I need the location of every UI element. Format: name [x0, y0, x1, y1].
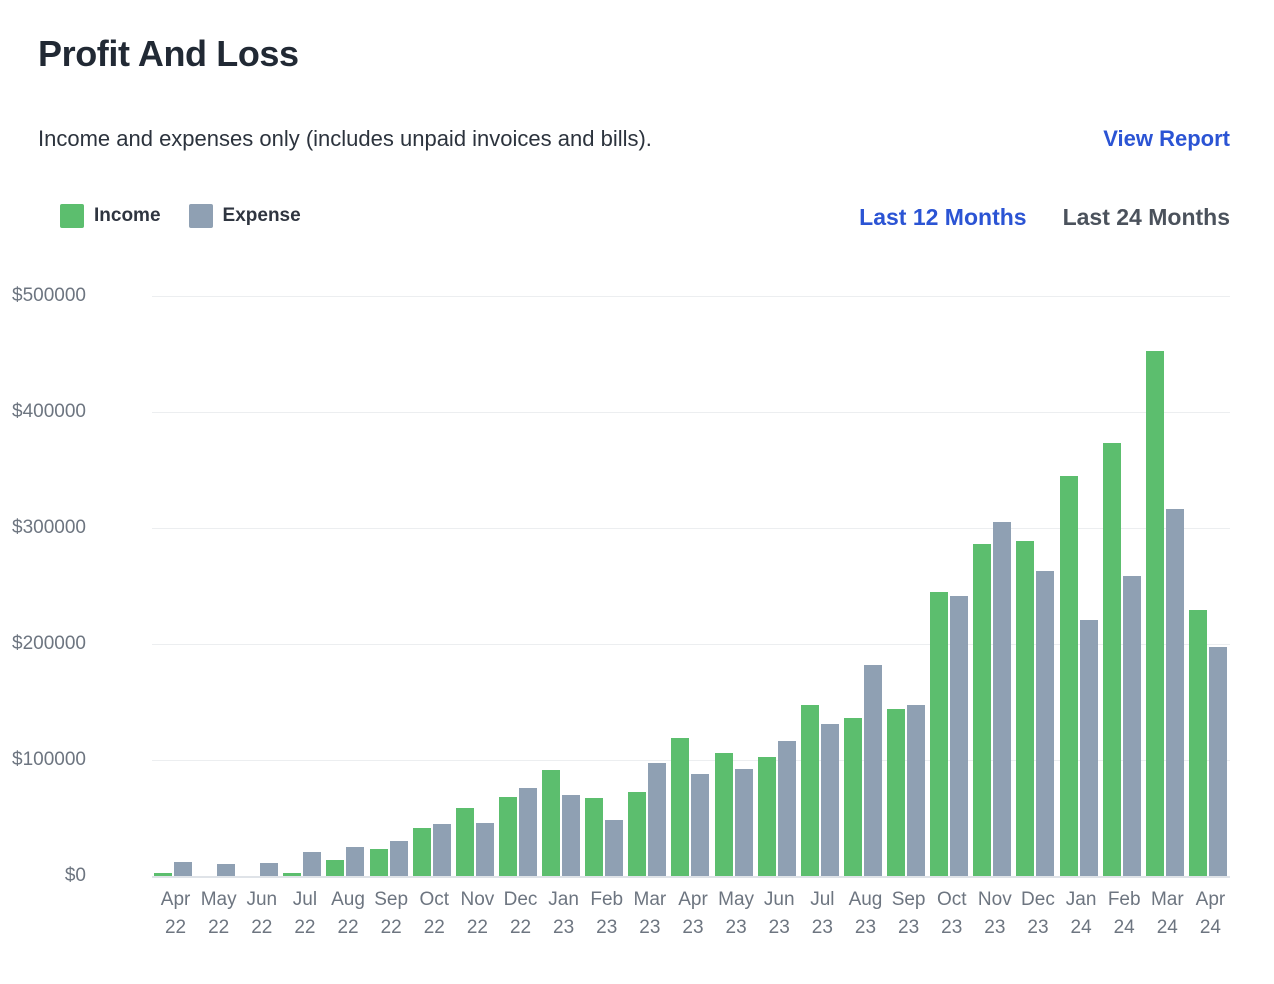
bar-income[interactable]	[1102, 443, 1121, 876]
bar-group[interactable]	[238, 296, 281, 876]
bar-income[interactable]	[714, 753, 733, 876]
bar-expense[interactable]	[346, 847, 365, 876]
bar-group[interactable]	[454, 296, 497, 876]
bar-group[interactable]	[928, 296, 971, 876]
x-axis-label: Apr 24	[1180, 886, 1240, 942]
bar-expense[interactable]	[389, 841, 408, 876]
bars-layer	[152, 296, 1230, 876]
bar-group[interactable]	[885, 296, 928, 876]
bar-expense[interactable]	[691, 773, 710, 876]
bar-group[interactable]	[324, 296, 367, 876]
bar-income[interactable]	[498, 797, 517, 876]
bar-income[interactable]	[930, 591, 949, 876]
bar-expense[interactable]	[1122, 575, 1141, 876]
bar-expense[interactable]	[303, 851, 322, 876]
bar-group[interactable]	[799, 296, 842, 876]
bar-expense[interactable]	[777, 741, 796, 876]
bar-group[interactable]	[1058, 296, 1101, 876]
profit-and-loss-card: Profit And Loss Income and expenses only…	[0, 0, 1274, 984]
bar-income[interactable]	[1016, 540, 1035, 876]
bar-income[interactable]	[628, 792, 647, 876]
bar-expense[interactable]	[1208, 647, 1227, 876]
x-axis-label-year: 24	[1199, 917, 1221, 938]
bar-income[interactable]	[412, 828, 431, 876]
bar-expense[interactable]	[993, 522, 1012, 876]
bar-expense[interactable]	[432, 823, 451, 876]
bar-group[interactable]	[626, 296, 669, 876]
y-axis-tick-0: $0	[64, 865, 86, 886]
bar-group[interactable]	[842, 296, 885, 876]
bar-expense[interactable]	[1036, 570, 1055, 876]
bar-income[interactable]	[887, 708, 906, 876]
bar-group[interactable]	[583, 296, 626, 876]
gridline-0	[152, 876, 1230, 878]
bar-income[interactable]	[154, 872, 172, 876]
bar-expense[interactable]	[950, 596, 969, 876]
bar-expense[interactable]	[820, 724, 839, 876]
y-axis-tick-400000: $400000	[12, 401, 86, 422]
bar-income[interactable]	[326, 859, 345, 876]
bar-income[interactable]	[455, 807, 474, 876]
bar-group[interactable]	[756, 296, 799, 876]
bar-income[interactable]	[973, 544, 992, 876]
bar-group[interactable]	[281, 296, 324, 876]
bar-group[interactable]	[152, 296, 195, 876]
bar-income[interactable]	[757, 756, 776, 876]
bar-expense[interactable]	[863, 664, 882, 876]
bar-income[interactable]	[1188, 610, 1207, 876]
bar-group[interactable]	[411, 296, 454, 876]
bar-income[interactable]	[843, 718, 862, 876]
bar-expense[interactable]	[174, 862, 192, 876]
bar-group[interactable]	[669, 296, 712, 876]
bar-group[interactable]	[713, 296, 756, 876]
bar-group[interactable]	[1101, 296, 1144, 876]
y-axis-tick-300000: $300000	[12, 517, 86, 538]
bar-expense[interactable]	[217, 864, 236, 876]
bar-income[interactable]	[585, 798, 604, 876]
bar-expense[interactable]	[260, 863, 279, 876]
bar-group[interactable]	[1187, 296, 1230, 876]
bar-group[interactable]	[540, 296, 583, 876]
bar-expense[interactable]	[518, 787, 537, 876]
bar-group[interactable]	[195, 296, 238, 876]
bar-expense[interactable]	[907, 705, 926, 876]
bar-expense[interactable]	[475, 822, 494, 876]
bar-income[interactable]	[671, 737, 690, 876]
bar-income[interactable]	[800, 705, 819, 876]
bar-group[interactable]	[497, 296, 540, 876]
x-axis-labels: Apr 22 May 22 Jun 22 Jul 22 Aug 22 Sep 22 Oct 22 Nov 22…	[152, 886, 1230, 956]
y-axis-tick-500000: $500000	[12, 285, 86, 306]
bar-income[interactable]	[542, 770, 561, 876]
bar-expense[interactable]	[1079, 619, 1098, 876]
bar-expense[interactable]	[562, 794, 581, 876]
bar-expense[interactable]	[1165, 509, 1184, 876]
bar-group[interactable]	[368, 296, 411, 876]
bar-income[interactable]	[1145, 350, 1164, 876]
bar-group[interactable]	[1014, 296, 1057, 876]
bar-group[interactable]	[971, 296, 1014, 876]
bar-chart: $0 $100000 $200000 $300000 $400000 $500000 Ap…	[0, 0, 1274, 984]
x-axis-label-month: Apr	[1195, 889, 1226, 910]
bar-expense[interactable]	[734, 769, 753, 876]
y-axis-tick-100000: $100000	[12, 749, 86, 770]
bar-expense[interactable]	[648, 763, 667, 876]
bar-expense[interactable]	[605, 820, 624, 876]
bar-income[interactable]	[369, 849, 388, 876]
bar-income[interactable]	[1059, 475, 1078, 876]
bar-group[interactable]	[1144, 296, 1187, 876]
y-axis-tick-200000: $200000	[12, 633, 86, 654]
bar-income[interactable]	[283, 873, 302, 876]
